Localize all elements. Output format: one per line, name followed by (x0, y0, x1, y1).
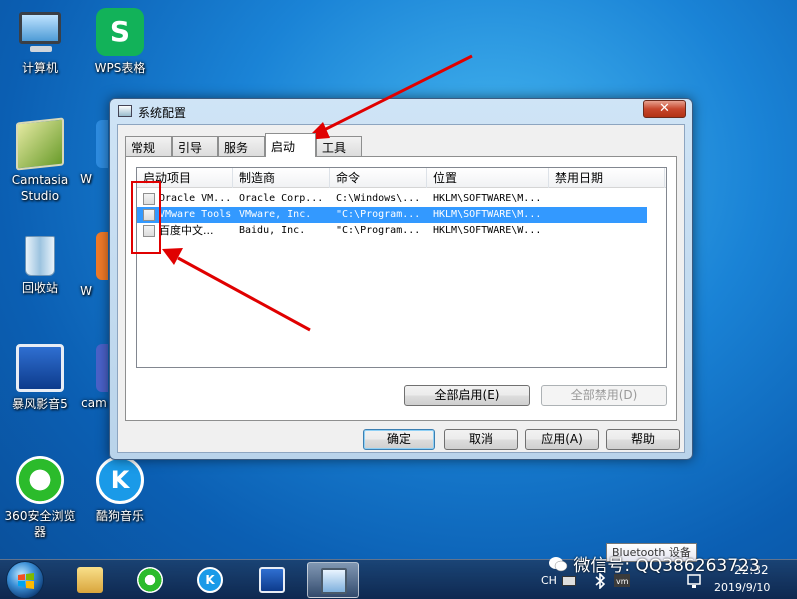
clock-date[interactable]: 2019/9/10 (714, 581, 770, 594)
360-browser-icon (16, 456, 64, 504)
startup-item-list[interactable]: 启动项目 制造商 命令 位置 禁用日期 Oracle VM... Oracle … (136, 167, 667, 368)
taskbar-360-browser[interactable] (124, 562, 176, 598)
dialog-client: 常规 引导 服务 启动 工具 启动项目 制造商 命令 位置 禁用日期 Oracl… (117, 124, 685, 453)
svg-text:vm: vm (616, 577, 629, 586)
storm-player-icon (16, 344, 64, 392)
cell-manufacturer: Baidu, Inc. (239, 225, 306, 236)
table-row-selected[interactable]: VMware Tools VMware, Inc. "C:\Program...… (137, 207, 647, 223)
apply-button[interactable]: 应用(A) (525, 429, 599, 450)
360-browser-icon (137, 567, 163, 593)
cell-location: HKLM\SOFTWARE\M... (433, 209, 542, 220)
watermark-text: 微信号: QQ386263723 (573, 556, 760, 576)
desktop-icon-camtasia[interactable]: Camtasia Studio (2, 117, 78, 204)
desktop-icon-label: WPS表格 (94, 61, 146, 75)
taskbar-kugou[interactable]: K (184, 562, 236, 598)
tab-startup[interactable]: 启动 (265, 133, 316, 157)
cell-manufacturer: VMware, Inc. (239, 209, 312, 220)
msconfig-icon (118, 105, 132, 117)
startup-tab-pane: 启动项目 制造商 命令 位置 禁用日期 Oracle VM... Oracle … (125, 156, 677, 421)
keyboard-icon[interactable] (562, 576, 576, 586)
window-title: 系统配置 (138, 106, 187, 120)
list-header: 启动项目 制造商 命令 位置 禁用日期 (137, 168, 666, 188)
taskbar-msconfig[interactable] (307, 562, 359, 598)
tab-boot[interactable]: 引导 (172, 136, 218, 156)
cancel-button[interactable]: 取消 (444, 429, 518, 450)
folder-icon (77, 567, 103, 593)
kugou-icon: K (197, 567, 223, 593)
desktop-icon-label: 计算机 (21, 61, 58, 75)
partial-icon-blue[interactable] (96, 120, 108, 168)
cell-item: Oracle VM... (159, 193, 232, 204)
table-row[interactable]: Oracle VM... Oracle Corp... C:\Windows\.… (137, 191, 647, 207)
start-button[interactable] (6, 561, 44, 599)
desktop-icon-computer[interactable]: 计算机 (2, 8, 78, 76)
cell-command: "C:\Program... (336, 209, 421, 220)
wps-icon: S (96, 8, 144, 56)
camtasia-icon (16, 117, 64, 171)
msconfig-icon (321, 568, 347, 594)
desktop-icon-360-browser[interactable]: 360安全浏览器 (2, 456, 78, 540)
cell-command: C:\Windows\... (336, 193, 421, 204)
tab-general[interactable]: 常规 (125, 136, 172, 156)
enable-all-button[interactable]: 全部启用(E) (404, 385, 530, 406)
cell-location: HKLM\SOFTWARE\W... (433, 225, 542, 236)
column-header-command[interactable]: 命令 (330, 168, 427, 188)
partial-label: W (80, 284, 92, 298)
disable-all-button[interactable]: 全部禁用(D) (541, 385, 667, 406)
cell-item: VMware Tools (159, 209, 232, 220)
recycle-bin-icon (25, 236, 55, 276)
system-config-window: 系统配置 ✕ 常规 引导 服务 启动 工具 启动项目 制造商 命令 位置 禁用日… (109, 98, 693, 460)
partial-icon-purple[interactable] (96, 344, 108, 392)
tray-lang[interactable]: CH (541, 574, 557, 599)
column-header-manufacturer[interactable]: 制造商 (233, 168, 330, 188)
desktop-icon-label: 酷狗音乐 (95, 509, 144, 523)
desktop-icon-label: 360安全浏览器 (4, 509, 76, 539)
tab-services[interactable]: 服务 (218, 136, 265, 156)
close-button[interactable]: ✕ (643, 100, 686, 118)
title-bar[interactable]: 系统配置 ✕ (110, 99, 692, 123)
column-header-location[interactable]: 位置 (427, 168, 549, 188)
annotation-highlight-box (131, 181, 161, 254)
cell-command: "C:\Program... (336, 225, 421, 236)
storm-player-icon (259, 567, 285, 593)
partial-icon-orange[interactable] (96, 232, 108, 280)
cell-location: HKLM\SOFTWARE\M... (433, 193, 542, 204)
wechat-icon (549, 557, 568, 572)
tab-tools[interactable]: 工具 (316, 136, 362, 156)
cell-item: 百度中文... (159, 224, 214, 237)
partial-label: W (80, 172, 92, 186)
table-row[interactable]: 百度中文... Baidu, Inc. "C:\Program... HKLM\… (137, 223, 647, 239)
kugou-icon: K (96, 456, 144, 504)
desktop-icon-wps[interactable]: S WPS表格 (82, 8, 158, 76)
ok-button[interactable]: 确定 (363, 429, 435, 450)
help-button[interactable]: 帮助 (606, 429, 680, 450)
column-header-disabled-date[interactable]: 禁用日期 (549, 168, 665, 188)
cell-manufacturer: Oracle Corp... (239, 193, 324, 204)
taskbar-explorer[interactable] (64, 562, 116, 598)
computer-icon (16, 8, 64, 56)
watermark: 微信号: QQ386263723 (548, 551, 760, 576)
taskbar-storm-player[interactable] (246, 562, 298, 598)
windows-logo-icon (18, 573, 34, 589)
desktop-icon-kugou[interactable]: K 酷狗音乐 (82, 456, 158, 524)
